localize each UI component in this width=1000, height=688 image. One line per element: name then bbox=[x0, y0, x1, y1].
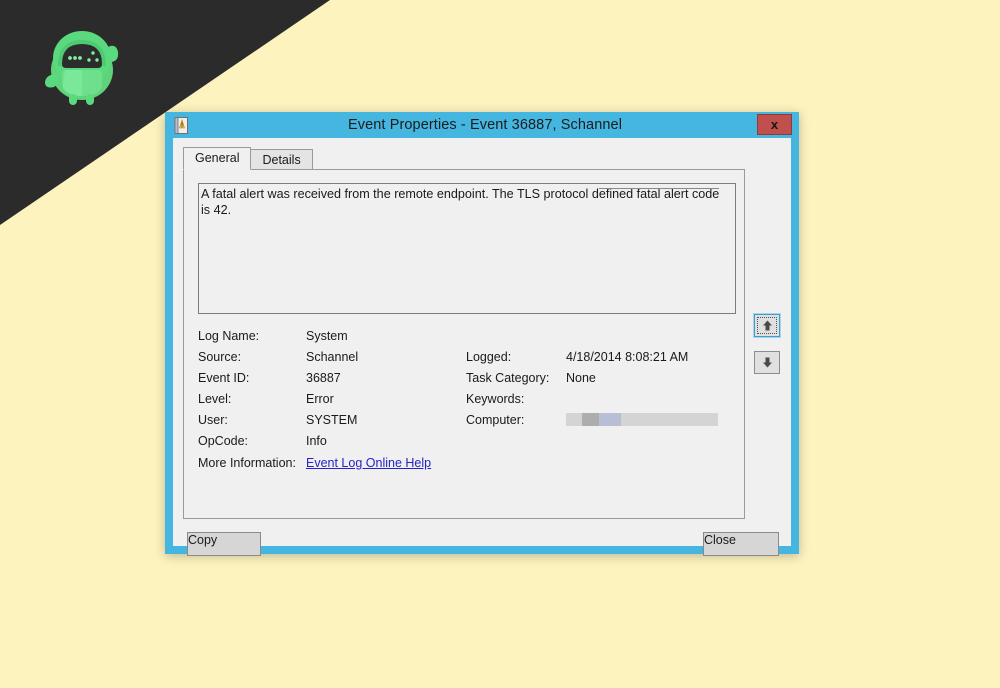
computer-label: Computer: bbox=[466, 412, 525, 427]
table-row: Event ID: 36887 Task Category: None bbox=[198, 367, 738, 388]
table-row: Log Name: System bbox=[198, 325, 738, 346]
level-label: Level: bbox=[198, 391, 232, 406]
title-bar[interactable]: Event Properties - Event 36887, Schannel… bbox=[165, 112, 799, 138]
tab-panel-general: A fatal alert was received from the remo… bbox=[183, 169, 745, 519]
event-log-icon bbox=[174, 117, 188, 134]
event-message-box[interactable]: A fatal alert was received from the remo… bbox=[198, 183, 736, 314]
event-id-value: 36887 bbox=[306, 370, 341, 385]
next-event-button[interactable] bbox=[754, 351, 780, 374]
arrow-up-icon bbox=[762, 320, 772, 331]
copy-button[interactable]: Copy bbox=[187, 532, 261, 556]
close-button[interactable]: Close bbox=[703, 532, 779, 556]
previous-event-button[interactable] bbox=[753, 313, 781, 338]
tab-details[interactable]: Details bbox=[250, 149, 313, 170]
more-information-row: More Information: Event Log Online Help bbox=[198, 452, 738, 473]
event-log-online-help-link[interactable]: Event Log Online Help bbox=[306, 456, 431, 470]
table-row: Level: Error Keywords: bbox=[198, 388, 738, 409]
close-icon[interactable]: x bbox=[757, 114, 792, 135]
task-category-value: None bbox=[566, 370, 596, 385]
more-information-label: More Information: bbox=[198, 455, 296, 470]
tab-general[interactable]: General bbox=[183, 147, 252, 170]
table-row: OpCode: Info bbox=[198, 430, 738, 451]
event-message-text: A fatal alert was received from the remo… bbox=[201, 187, 723, 217]
arrow-down-icon bbox=[762, 357, 772, 368]
opcode-value: Info bbox=[306, 433, 327, 448]
green-robot-mascot-logo bbox=[45, 31, 119, 105]
event-properties-dialog: Event Properties - Event 36887, Schannel… bbox=[165, 112, 799, 556]
source-label: Source: bbox=[198, 349, 242, 364]
user-label: User: bbox=[198, 412, 228, 427]
event-id-label: Event ID: bbox=[198, 370, 250, 385]
table-row: User: SYSTEM Computer: bbox=[198, 409, 738, 430]
level-value: Error bbox=[306, 391, 334, 406]
dialog-body: General Details A fatal alert was receiv… bbox=[173, 138, 791, 556]
tab-strip: General Details bbox=[183, 147, 313, 170]
logged-label: Logged: bbox=[466, 349, 512, 364]
event-fields-area: Log Name: System Source: Schannel Logged… bbox=[198, 325, 738, 473]
window-title: Event Properties - Event 36887, Schannel bbox=[347, 117, 623, 133]
logged-value: 4/18/2014 8:08:21 AM bbox=[566, 349, 689, 364]
user-value: SYSTEM bbox=[306, 412, 358, 427]
table-row: Source: Schannel Logged: 4/18/2014 8:08:… bbox=[198, 346, 738, 367]
log-name-value: System bbox=[306, 328, 348, 343]
source-value: Schannel bbox=[306, 349, 359, 364]
computer-value-redacted bbox=[566, 412, 718, 426]
event-nav-buttons bbox=[753, 313, 782, 388]
log-name-label: Log Name: bbox=[198, 328, 260, 343]
opcode-label: OpCode: bbox=[198, 433, 249, 448]
keywords-label: Keywords: bbox=[466, 391, 525, 406]
task-category-label: Task Category: bbox=[466, 370, 550, 385]
message-rule bbox=[599, 188, 719, 189]
